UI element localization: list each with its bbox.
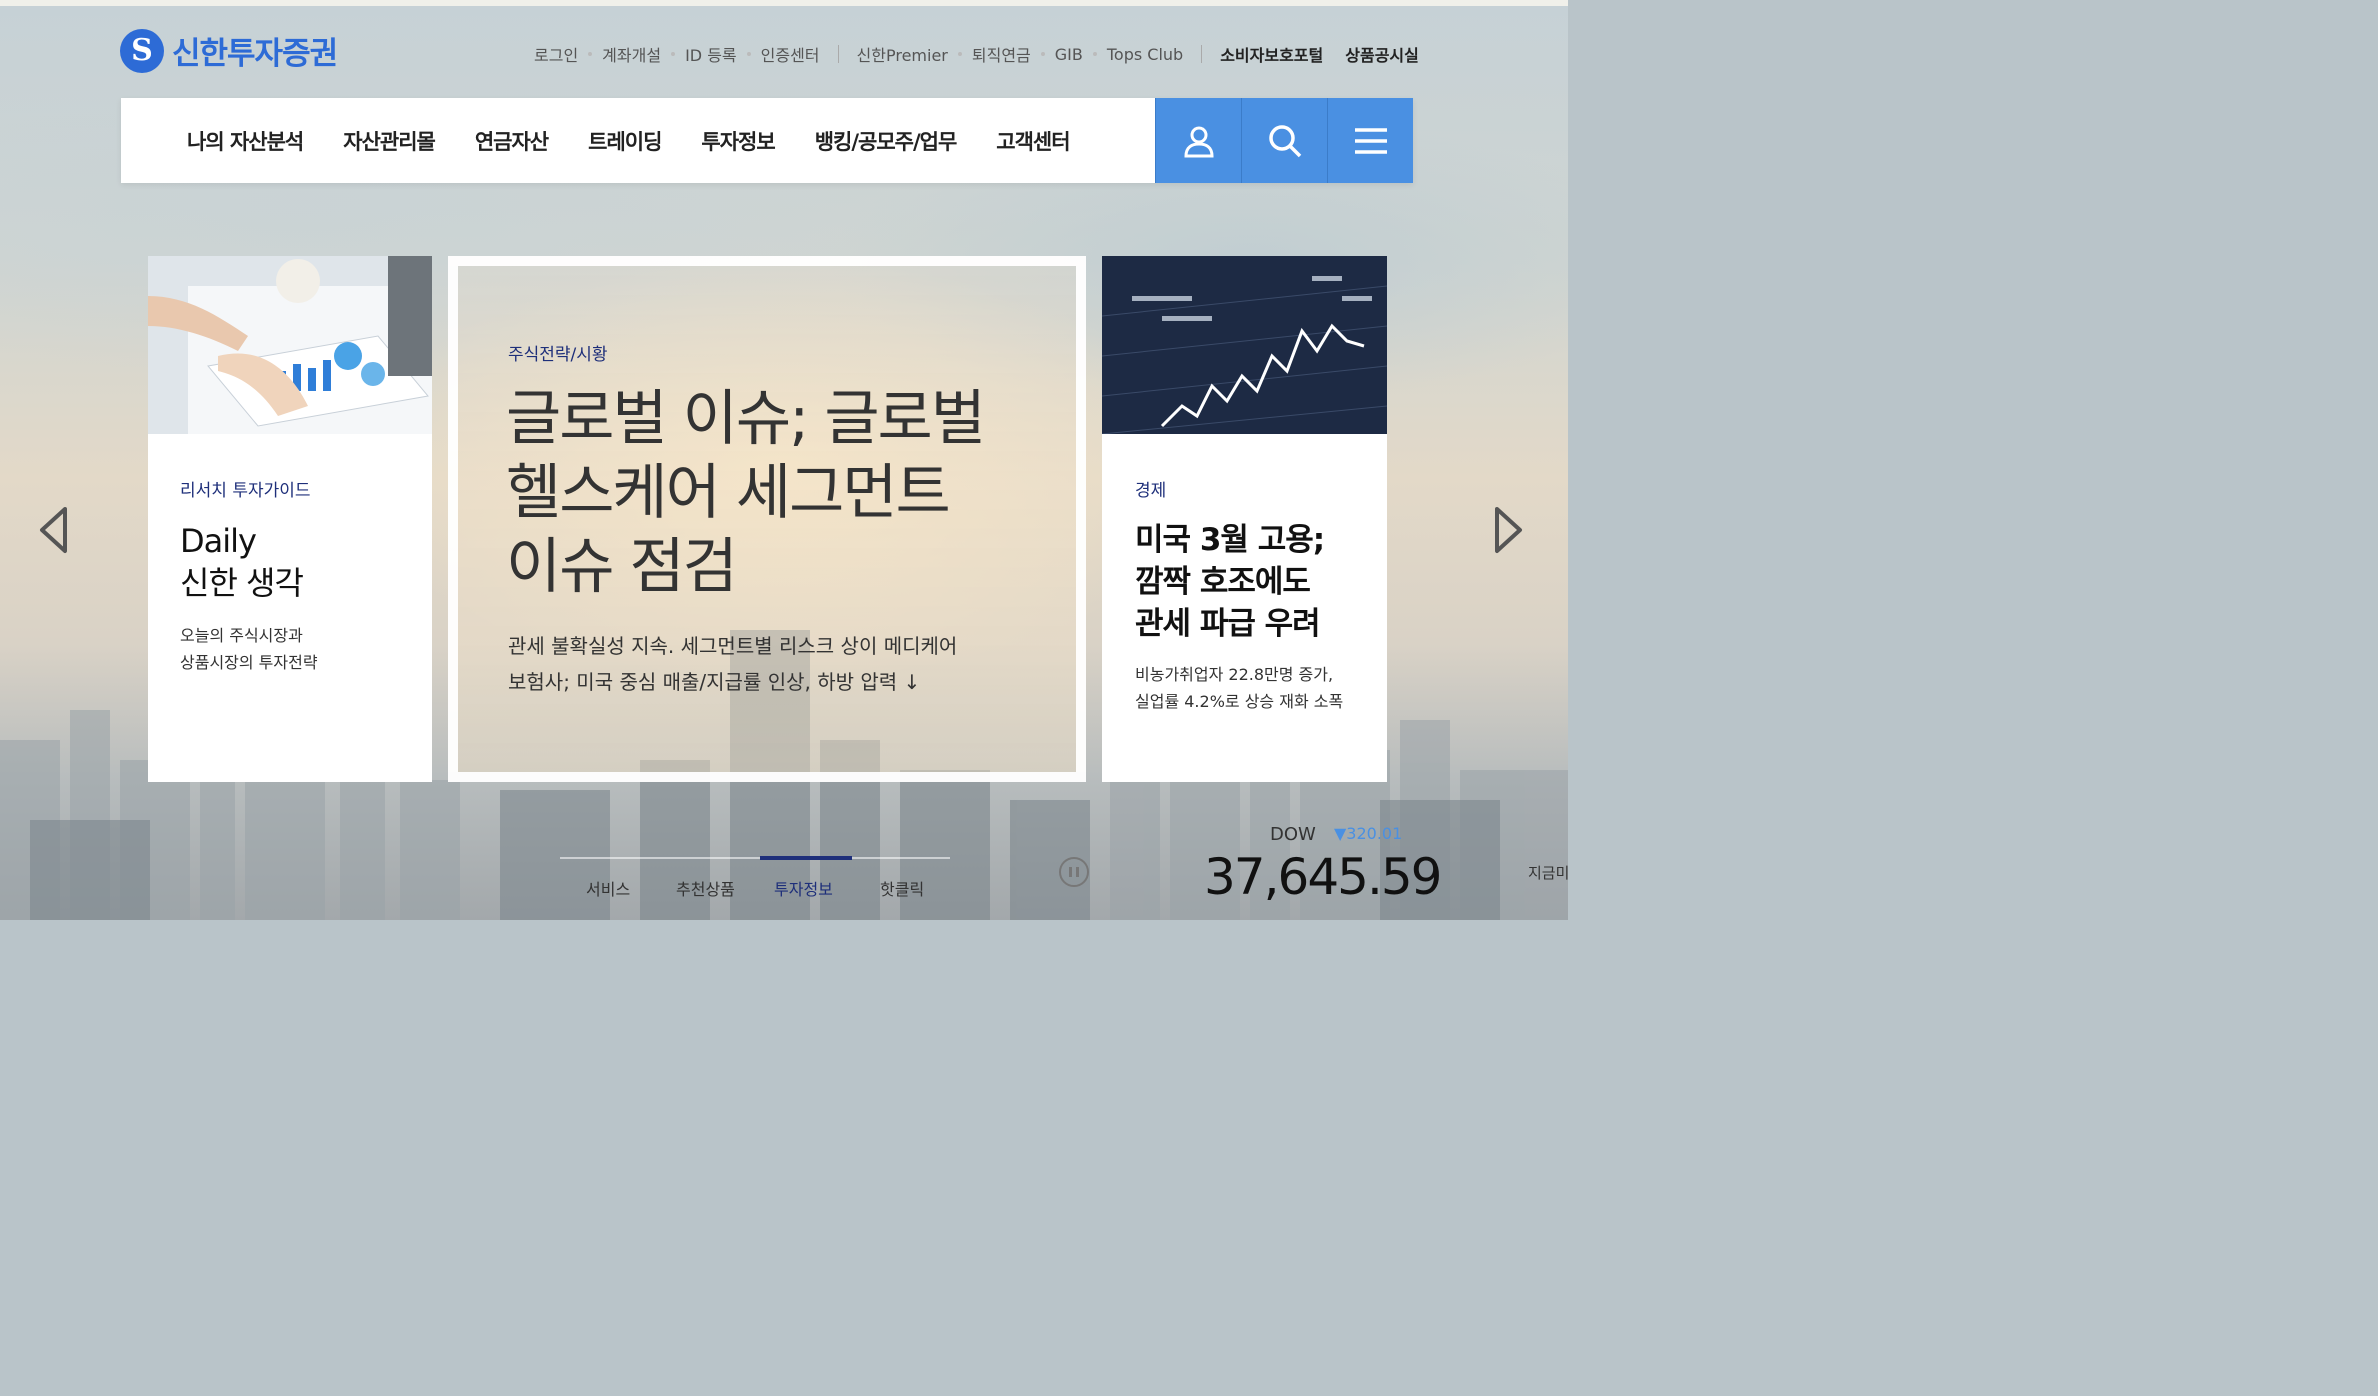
tab-service[interactable]: 서비스 <box>586 876 630 900</box>
ticker-value: 37,645.59 <box>1204 848 1442 906</box>
gib-link[interactable]: GIB <box>1055 45 1083 64</box>
top-divider <box>0 0 1568 6</box>
premier-link[interactable]: 신한Premier <box>857 42 948 66</box>
nav-item-asset-analysis[interactable]: 나의 자산분석 <box>187 126 304 156</box>
ticker-name: DOW <box>1270 824 1316 845</box>
login-link[interactable]: 로그인 <box>534 42 578 66</box>
user-button[interactable] <box>1155 98 1241 183</box>
research-card-image <box>148 256 432 434</box>
user-icon <box>1183 126 1214 157</box>
research-card[interactable]: 리서치 투자가이드 Daily 신한 생각 오늘의 주식시장과 상품시장의 투자… <box>148 256 432 782</box>
prev-arrow-icon[interactable] <box>38 506 68 554</box>
nav-item-asset-mall[interactable]: 자산관리몰 <box>343 126 436 156</box>
tab-invest-info[interactable]: 투자정보 <box>774 876 833 900</box>
search-icon <box>1268 124 1301 157</box>
nav-item-customer-center[interactable]: 고객센터 <box>996 126 1070 156</box>
section-tabs: 서비스 추천상품 투자정보 핫클릭 <box>560 850 950 900</box>
research-card-desc: 오늘의 주식시장과 상품시장의 투자전략 <box>180 626 318 672</box>
economy-card-title: 미국 3월 고용; 깜짝 호조에도 관세 파급 우려 <box>1135 522 1325 642</box>
ticker-change: ▼320.01 <box>1334 824 1403 843</box>
tab-hot-click[interactable]: 핫클릭 <box>880 876 924 900</box>
nav-item-trading[interactable]: 트레이딩 <box>588 126 662 156</box>
economy-card-image <box>1102 256 1387 434</box>
main-nav: 나의 자산분석 자산관리몰 연금자산 트레이딩 투자정보 뱅킹/공모주/업무 고… <box>121 98 1413 183</box>
pause-button[interactable] <box>1059 857 1089 887</box>
cert-center-link[interactable]: 인증센터 <box>761 42 820 66</box>
tops-club-link[interactable]: Tops Club <box>1107 45 1183 64</box>
menu-icon <box>1354 127 1387 154</box>
economy-card[interactable]: 경제 미국 3월 고용; 깜짝 호조에도 관세 파급 우려 비농가취업자 22.… <box>1102 256 1387 782</box>
consumer-protection-link[interactable]: 소비자보호포털 <box>1220 42 1323 66</box>
next-arrow-icon[interactable] <box>1494 506 1524 554</box>
economy-card-desc: 비농가취업자 22.8만명 증가, 실업률 4.2%로 상승 재화 소폭 <box>1135 665 1344 711</box>
nav-item-banking[interactable]: 뱅킹/공모주/업무 <box>815 126 958 156</box>
brand-name: 신한투자증권 <box>172 36 338 72</box>
brand-logo-icon: S <box>120 28 164 73</box>
tab-active-indicator <box>760 856 852 860</box>
edge-text: 지금미 <box>1528 864 1570 882</box>
research-card-title: Daily 신한 생각 <box>180 522 304 602</box>
menu-button[interactable] <box>1327 98 1413 183</box>
economy-card-category: 경제 <box>1135 481 1167 501</box>
research-card-category: 리서치 투자가이드 <box>180 481 311 501</box>
featured-card-category: 주식전략/시황 <box>508 345 608 365</box>
tab-recommended[interactable]: 추천상품 <box>676 876 735 900</box>
utility-nav: 로그인 계좌개설 ID 등록 인증센터 신한Premier 퇴직연금 GIB T… <box>534 42 1419 66</box>
id-register-link[interactable]: ID 등록 <box>685 42 737 66</box>
nav-item-pension[interactable]: 연금자산 <box>475 126 549 156</box>
brand-logo[interactable]: S 신한투자증권 <box>120 28 338 73</box>
nav-item-invest-info[interactable]: 투자정보 <box>701 126 775 156</box>
featured-card[interactable]: 주식전략/시황 글로벌 이슈; 글로벌 헬스케어 세그먼트 이슈 점검 관세 불… <box>448 256 1086 782</box>
pension-link[interactable]: 퇴직연금 <box>972 42 1031 66</box>
product-disclosure-link[interactable]: 상품공시실 <box>1345 42 1419 66</box>
account-open-link[interactable]: 계좌개설 <box>602 42 661 66</box>
featured-card-desc: 관세 불확실성 지속. 세그먼트별 리스크 상이 메디케어 보험사; 미국 중심… <box>508 634 958 694</box>
featured-card-title: 글로벌 이슈; 글로벌 헬스케어 세그먼트 이슈 점검 <box>506 384 986 602</box>
search-button[interactable] <box>1241 98 1327 183</box>
